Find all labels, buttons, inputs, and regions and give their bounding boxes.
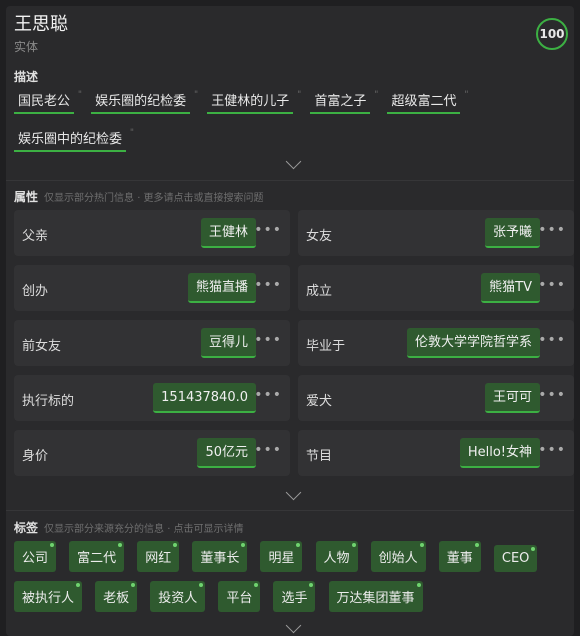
attribute-label: 父亲 — [22, 229, 49, 244]
tag[interactable]: 万达集团董事 — [328, 581, 423, 612]
attribute-cell: 节目 Hello!女神 ••• — [298, 430, 574, 476]
attribute-label: 前女友 — [22, 339, 62, 354]
tag[interactable]: 富二代 — [69, 541, 125, 572]
attributes-hint: 仅显示部分热门信息 · 更多请点击或直接搜索问题 — [44, 193, 264, 204]
knowledge-card: 王思聪 实体 100 描述 国民老公 " 娱乐圈的纪检委 " 王健林的儿子 " 首富之… — [6, 6, 574, 636]
tag[interactable]: 董事长 — [192, 541, 248, 572]
attribute-label: 成立 — [306, 284, 333, 299]
more-dots-icon[interactable]: ••• — [538, 387, 566, 403]
tag[interactable]: 投资人 — [150, 581, 206, 612]
entity-type: 实体 — [14, 40, 39, 54]
tag[interactable]: 人物 — [315, 541, 358, 572]
tag[interactable]: 公司 — [14, 541, 57, 572]
tag-list: 公司 富二代 网红 董事长 明星 人物 创始人 董事 CEO 被执行人 老板 投… — [14, 541, 568, 621]
description-list: 国民老公 " 娱乐圈的纪检委 " 王健林的儿子 " 首富之子 " 超级富二代 " 娱乐圈中… — [14, 88, 564, 164]
attribute-cell: 女友 张予曦 ••• — [298, 210, 574, 256]
attribute-value[interactable]: 王健林 — [200, 218, 256, 248]
attribute-label: 身价 — [22, 449, 49, 464]
tags-label: 标签 仅显示部分来源充分的信息 · 点击可显示详情 — [14, 521, 244, 535]
divider — [6, 510, 574, 511]
tag[interactable]: 董事 — [438, 541, 481, 572]
more-dots-icon[interactable]: ••• — [254, 222, 282, 238]
attribute-cell: 父亲 王健林 ••• — [14, 210, 290, 256]
attribute-value[interactable]: 50亿元 — [197, 438, 256, 468]
description-item[interactable]: 王健林的儿子 " — [207, 88, 301, 114]
more-dots-icon[interactable]: ••• — [538, 277, 566, 293]
more-dots-icon[interactable]: ••• — [254, 442, 282, 458]
description-item[interactable]: 娱乐圈的纪检委 " — [91, 88, 198, 114]
attribute-label: 爱犬 — [306, 394, 333, 409]
attribute-value[interactable]: 伦敦大学学院哲学系 — [406, 328, 540, 358]
chevron-down-icon[interactable] — [285, 484, 302, 501]
attribute-value[interactable]: 张予曦 — [484, 218, 540, 248]
tag[interactable]: 被执行人 — [14, 581, 83, 612]
divider — [6, 180, 574, 181]
more-dots-icon[interactable]: ••• — [254, 277, 282, 293]
description-item[interactable]: 首富之子 " — [310, 88, 378, 114]
attribute-cell: 创办 熊猫直播 ••• — [14, 265, 290, 311]
tag[interactable]: 平台 — [218, 581, 261, 612]
tag[interactable]: 网红 — [137, 541, 180, 572]
more-dots-icon[interactable]: ••• — [254, 332, 282, 348]
attribute-value[interactable]: 豆得儿 — [200, 328, 256, 358]
description-item[interactable]: 国民老公 " — [14, 88, 82, 114]
more-dots-icon[interactable]: ••• — [254, 387, 282, 403]
attributes-label: 属性 仅显示部分热门信息 · 更多请点击或直接搜索问题 — [14, 190, 264, 204]
more-dots-icon[interactable]: ••• — [538, 442, 566, 458]
description-label: 描述 — [14, 70, 39, 84]
attribute-label: 创办 — [22, 284, 49, 299]
attribute-cell: 爱犬 王可可 ••• — [298, 375, 574, 421]
attribute-label: 女友 — [306, 229, 333, 244]
tag[interactable]: 明星 — [260, 541, 303, 572]
score-badge: 100 — [536, 18, 568, 50]
attribute-cell: 前女友 豆得儿 ••• — [14, 320, 290, 366]
tag[interactable]: 老板 — [95, 581, 138, 612]
attribute-label: 执行标的 — [22, 394, 75, 409]
attribute-cell: 身价 50亿元 ••• — [14, 430, 290, 476]
attribute-label: 节目 — [306, 449, 333, 464]
more-dots-icon[interactable]: ••• — [538, 222, 566, 238]
more-dots-icon[interactable]: ••• — [538, 332, 566, 348]
tag[interactable]: 选手 — [273, 581, 316, 612]
description-item[interactable]: 娱乐圈中的纪检委 " — [14, 126, 134, 152]
attribute-value[interactable]: 151437840.0 — [153, 383, 256, 413]
attribute-cell: 执行标的 151437840.0 ••• — [14, 375, 290, 421]
attribute-label: 毕业于 — [306, 339, 346, 354]
tag[interactable]: CEO — [493, 545, 538, 572]
attribute-value[interactable]: 熊猫TV — [481, 273, 540, 303]
attribute-value[interactable]: 王可可 — [484, 383, 540, 413]
tag[interactable]: 创始人 — [370, 541, 426, 572]
attribute-value[interactable]: 熊猫直播 — [187, 273, 256, 303]
description-item[interactable]: 超级富二代 " — [387, 88, 468, 114]
entity-header: 王思聪 实体 — [14, 14, 68, 55]
attribute-cell: 成立 熊猫TV ••• — [298, 265, 574, 311]
entity-name: 王思聪 — [14, 14, 68, 35]
tags-hint: 仅显示部分来源充分的信息 · 点击可显示详情 — [44, 524, 244, 535]
attribute-value[interactable]: Hello!女神 — [459, 438, 540, 468]
attribute-cell: 毕业于 伦敦大学学院哲学系 ••• — [298, 320, 574, 366]
